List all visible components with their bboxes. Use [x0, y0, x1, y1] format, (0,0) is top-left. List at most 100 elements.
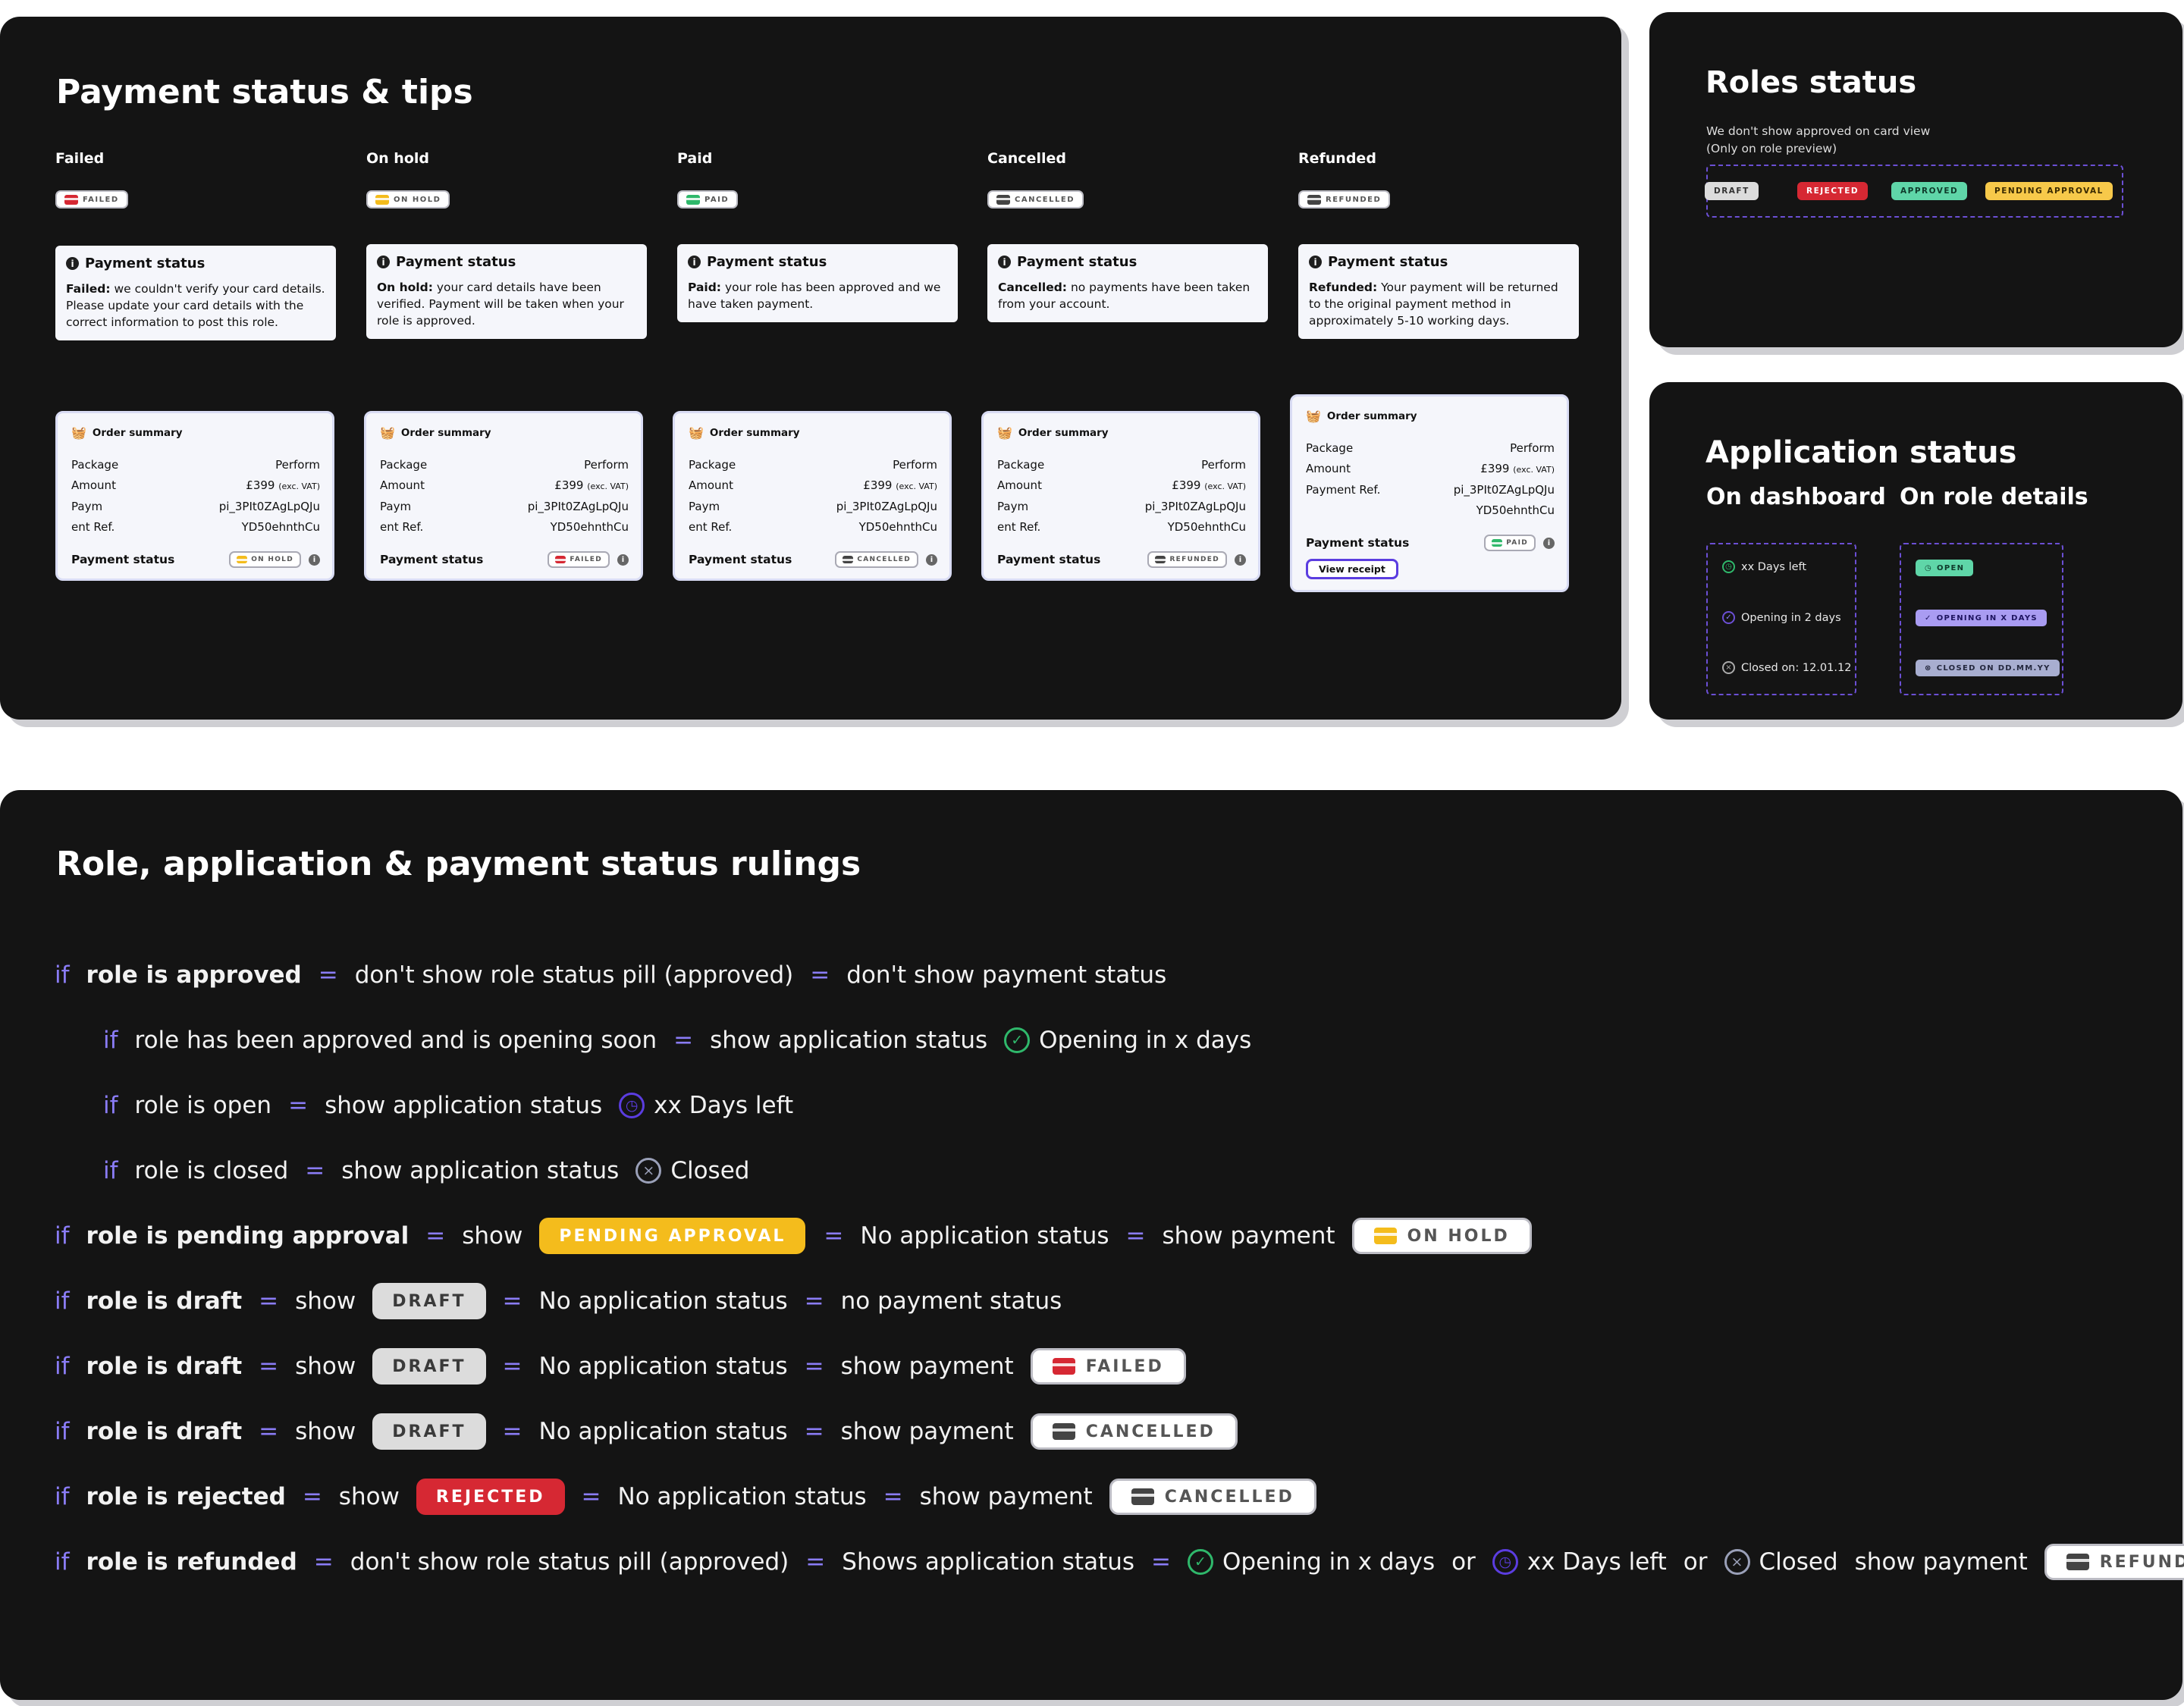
- tip-heading: Payment status: [1017, 254, 1138, 270]
- info-icon: i: [688, 256, 701, 268]
- on-dashboard-label: On dashboard: [1706, 484, 1886, 510]
- payment-tip-card: i Payment status On hold: your card detai…: [366, 244, 647, 339]
- payment-status-panel: Payment status & tips Failed FAILED i Pay…: [0, 17, 1621, 720]
- app-item-days-left: ◷ xx Days left: [1722, 560, 1806, 573]
- package-label: Package: [997, 458, 1045, 472]
- clock-icon: ◷: [1722, 560, 1735, 573]
- ruling-row: if role is closed = show application sta…: [103, 1151, 749, 1190]
- check-circle-icon: ✓: [1004, 1027, 1031, 1053]
- draft-pill: DRAFT: [372, 1348, 486, 1385]
- payment-ref-label: Payment Ref.: [1306, 483, 1381, 497]
- payment-status-label: Payment status: [380, 553, 484, 566]
- payment-ref-label: ent Ref.: [71, 520, 115, 534]
- tip-heading: Payment status: [1328, 254, 1448, 270]
- ruling-condition: role is open: [134, 1092, 272, 1119]
- ruling-row: if role is rejected = show REJECTED = No…: [55, 1477, 1316, 1516]
- closed-on-pill: ⊗ CLOSED ON DD.MM.YY: [1916, 660, 2060, 676]
- ruling-text: don't show payment status: [846, 961, 1167, 989]
- equals-sign: =: [804, 1418, 824, 1445]
- ruling-condition: role is rejected: [86, 1483, 286, 1510]
- close-circle-icon: ×: [1722, 661, 1735, 674]
- refunded-payment-pill: REFUNDED: [2044, 1544, 2184, 1580]
- payment-ref-label: Paym: [380, 500, 412, 513]
- payment-pill-label: FAILED: [570, 556, 602, 563]
- ruling-row: if role is approved = don't show role st…: [55, 955, 1166, 995]
- clock-icon: ◷: [1492, 1549, 1518, 1575]
- payment-column-label: Failed: [55, 150, 105, 167]
- opening-pill-label: OPENING IN X DAYS: [1936, 613, 2038, 623]
- vat-note: (exc. VAT): [896, 481, 937, 491]
- card-icon: [686, 194, 700, 205]
- info-icon[interactable]: i: [309, 554, 320, 566]
- card-icon: [1492, 539, 1503, 547]
- equals-sign: =: [502, 1287, 522, 1315]
- application-status-text: Opening in x days: [1222, 1548, 1436, 1576]
- payment-ref-value: pi_3PIt0ZAgLpQJu: [527, 500, 629, 513]
- app-item-label: Closed on: 12.01.12: [1741, 661, 1852, 674]
- closed-pill-label: CLOSED ON DD.MM.YY: [1936, 663, 2051, 673]
- payment-pill-label: CANCELLED: [1085, 1422, 1216, 1441]
- tip-heading: Payment status: [396, 254, 516, 270]
- amount-value: £399: [1172, 478, 1201, 492]
- application-status-text: xx Days left: [1527, 1548, 1667, 1576]
- ruling-text: No application status: [860, 1222, 1109, 1250]
- ruling-condition: role is draft: [86, 1418, 243, 1445]
- ruling-row: if role is refunded = don't show role st…: [55, 1542, 2184, 1582]
- payment-pill: PAID: [1484, 535, 1536, 551]
- card-icon: [375, 194, 389, 205]
- card-icon: [555, 556, 566, 563]
- draft-pill: DRAFT: [372, 1283, 486, 1319]
- ruling-condition: role is approved: [86, 961, 302, 989]
- tip-status: Cancelled:: [998, 281, 1068, 294]
- application-status-text: Closed: [670, 1157, 750, 1184]
- card-icon: [2066, 1554, 2089, 1570]
- ruling-text: show payment: [840, 1418, 1014, 1445]
- if-keyword: if: [55, 961, 70, 989]
- order-heading: Order summary: [1018, 426, 1109, 439]
- close-circle-icon: ⊗: [1925, 663, 1932, 673]
- payment-pill-label: ON HOLD: [251, 556, 293, 563]
- order-heading: Order summary: [92, 426, 183, 439]
- paid-order-summary-card: 🧺 Order summary Package Perform Amount £399…: [1290, 394, 1569, 592]
- equals-sign: =: [824, 1222, 844, 1250]
- ruling-row: if role has been approved and is opening…: [103, 1021, 1251, 1060]
- package-value: Perform: [275, 458, 320, 472]
- role-status-pill: REJECTED: [1797, 182, 1869, 200]
- equals-sign: =: [318, 961, 338, 989]
- payment-ref-label: Paym: [71, 500, 103, 513]
- info-icon[interactable]: i: [1235, 554, 1246, 566]
- draft-pill: DRAFT: [372, 1413, 486, 1450]
- equals-sign: =: [288, 1092, 309, 1119]
- close-circle-icon: ×: [1724, 1549, 1750, 1575]
- application-status-text: xx Days left: [654, 1092, 794, 1119]
- order-heading: Order summary: [709, 426, 800, 439]
- ruling-row: if role is open = show application statu…: [103, 1086, 793, 1125]
- amount-label: Amount: [689, 478, 733, 492]
- info-icon[interactable]: i: [926, 554, 937, 566]
- check-circle-icon: ✓: [1722, 611, 1735, 624]
- app-item-label: Opening in 2 days: [1741, 611, 1841, 624]
- amount-label: Amount: [380, 478, 425, 492]
- vat-note: (exc. VAT): [1204, 481, 1246, 491]
- ruling-text: show payment: [1162, 1222, 1335, 1250]
- payment-ref-value: YD50ehnthCu: [1476, 503, 1555, 517]
- payment-pill-label: CANCELLED: [1015, 195, 1075, 204]
- view-receipt-button[interactable]: View receipt: [1306, 559, 1398, 579]
- if-keyword: if: [55, 1353, 70, 1380]
- info-icon[interactable]: i: [617, 554, 629, 566]
- amount-value: £399: [246, 478, 275, 492]
- payment-ref-value: pi_3PIt0ZAgLpQJu: [218, 500, 320, 513]
- basket-icon: 🧺: [380, 425, 395, 440]
- equals-sign: =: [502, 1353, 522, 1380]
- payment-ref-value: YD50ehnthCu: [1167, 520, 1246, 534]
- package-label: Package: [71, 458, 119, 472]
- application-status-panel: Application status On dashboard On role …: [1649, 382, 2182, 720]
- info-icon[interactable]: i: [1543, 537, 1555, 549]
- order-heading: Order summary: [1326, 409, 1417, 422]
- payment-ref-value: pi_3PIt0ZAgLpQJu: [1144, 500, 1246, 513]
- role-status-pill: PENDING APPROVAL: [1985, 182, 2113, 200]
- payment-pill-label: ON HOLD: [394, 195, 441, 204]
- order-summary-card: 🧺 Order summary Package Perform Amount £399…: [673, 411, 952, 581]
- application-panel-title: Application status: [1705, 435, 2017, 470]
- package-label: Package: [689, 458, 736, 472]
